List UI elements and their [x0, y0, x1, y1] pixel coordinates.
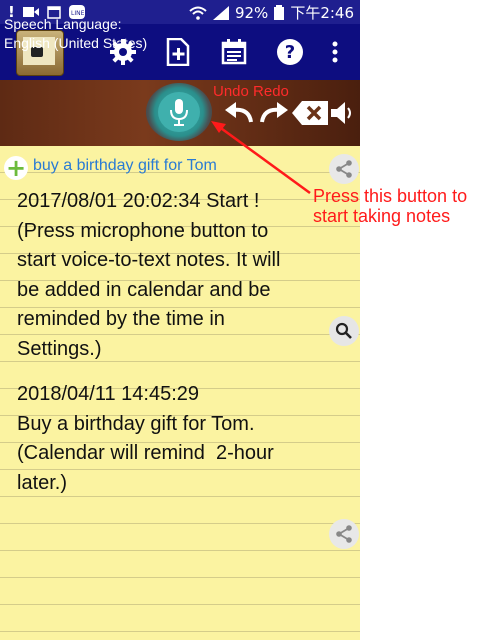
share-icon	[336, 160, 352, 178]
more-vert-icon	[332, 41, 338, 63]
undo-button[interactable]	[223, 100, 255, 126]
wifi-icon	[189, 6, 207, 20]
callout-line-1: Press this button to	[313, 186, 468, 206]
phone-screen: ! LINE 92% 下午2:46 ? Speech Language: Eng…	[0, 0, 360, 640]
search-icon	[335, 322, 352, 339]
backspace-button[interactable]	[292, 101, 328, 125]
mic-icon	[170, 99, 188, 126]
undo-redo-label: Undo Redo	[213, 83, 289, 100]
note-title-link[interactable]: buy a birthday gift for Tom	[33, 157, 217, 175]
note-entry-2: 2018/04/11 14:45:29 Buy a birthday gift …	[17, 383, 274, 494]
status-time: 下午2:46	[290, 4, 354, 22]
calendar-button[interactable]	[218, 36, 250, 68]
redo-icon	[260, 102, 288, 123]
help-button[interactable]: ?	[274, 36, 306, 68]
mic-button-face[interactable]	[158, 92, 200, 132]
status-right: 92% 下午2:46	[189, 2, 354, 23]
callout-text: Press this button to start taking notes	[313, 186, 467, 226]
help-icon: ?	[277, 39, 303, 65]
speaker-button[interactable]	[331, 101, 355, 125]
battery-icon	[274, 5, 285, 20]
speaker-icon	[331, 102, 351, 124]
speech-language-value: English (United States)	[4, 35, 148, 51]
undo-icon	[225, 102, 253, 123]
plus-icon: +	[5, 154, 27, 182]
callout-line-2: start taking notes	[313, 206, 451, 226]
calendar-icon	[221, 39, 247, 65]
add-file-icon	[166, 38, 190, 66]
speech-language-selector[interactable]: Speech Language: English (United States)	[4, 15, 147, 53]
svg-text:?: ?	[285, 42, 295, 63]
new-note-button[interactable]	[162, 36, 194, 68]
add-note-button[interactable]: +	[4, 156, 28, 180]
share-button-bottom[interactable]	[329, 519, 359, 549]
speech-language-label: Speech Language:	[4, 16, 122, 32]
share-icon	[336, 525, 352, 543]
share-button-top[interactable]	[329, 154, 359, 184]
backspace-icon	[292, 101, 328, 125]
battery-percent: 92%	[234, 3, 269, 22]
signal-icon	[212, 5, 229, 20]
redo-button[interactable]	[258, 100, 290, 126]
note-entry-1: 2017/08/01 20:02:34 Start ! (Press micro…	[17, 190, 281, 360]
more-button[interactable]	[320, 36, 350, 68]
